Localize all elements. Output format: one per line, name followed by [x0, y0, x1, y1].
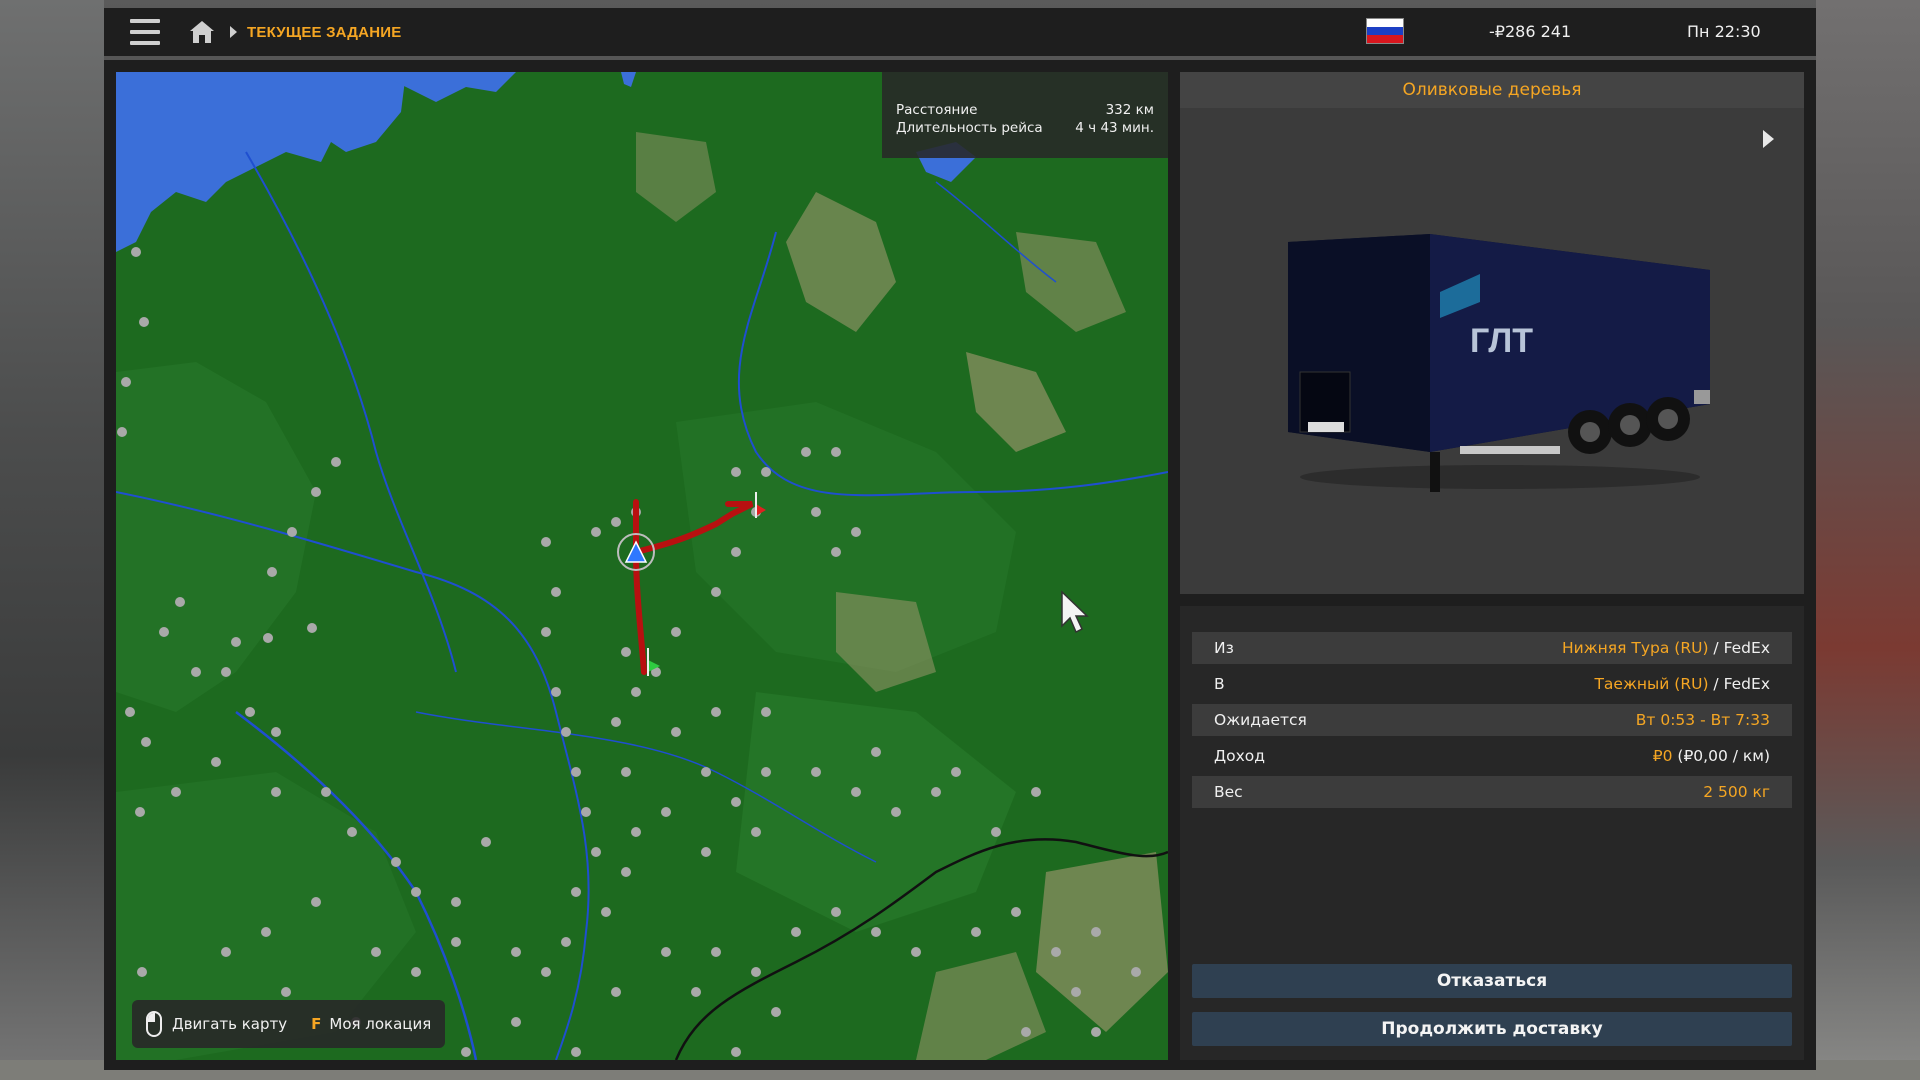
income-row: Доход ₽0 (₽0,00 / км) [1192, 740, 1792, 772]
trailer-brand-text: ГЛТ [1470, 322, 1533, 360]
cargo-name: Оливковые деревья [1180, 72, 1804, 108]
mouse-icon [146, 1011, 162, 1037]
game-clock: Пн 22:30 [1687, 22, 1761, 41]
to-city: Таежный (RU) [1594, 675, 1709, 693]
mouse-cursor-icon [1061, 590, 1089, 634]
decline-button[interactable]: Отказаться [1192, 964, 1792, 998]
map-terrain [116, 72, 1168, 1060]
my-location-hint[interactable]: Моя локация [329, 1015, 431, 1033]
income-label: Доход [1214, 747, 1265, 765]
route-info-panel: Расстояние 332 км Длительность рейса 4 ч… [882, 72, 1168, 158]
expected-value: Вт 0:53 - Вт 7:33 [1635, 711, 1770, 729]
expected-label: Ожидается [1214, 711, 1307, 729]
from-company: / FedEx [1708, 639, 1770, 657]
continue-delivery-button[interactable]: Продолжить доставку [1192, 1012, 1792, 1046]
weight-row: Вес 2 500 кг [1192, 776, 1792, 808]
from-label: Из [1214, 639, 1234, 657]
income-rate: (₽0,00 / км) [1672, 747, 1770, 765]
from-value: Нижняя Тура (RU) / FedEx [1562, 639, 1770, 657]
income-amount: ₽0 [1652, 747, 1673, 765]
job-details-panel: Из Нижняя Тура (RU) / FedEx В Таежный (R… [1180, 606, 1804, 1060]
map-controls-hint: Двигать карту F Моя локация [132, 1000, 446, 1048]
weight-label: Вес [1214, 783, 1243, 801]
to-row: В Таежный (RU) / FedEx [1192, 668, 1792, 700]
distance-label: Расстояние [896, 102, 978, 118]
to-value: Таежный (RU) / FedEx [1594, 675, 1770, 693]
background-right [1816, 0, 1920, 1080]
top-bar: ТЕКУЩЕЕ ЗАДАНИЕ -₽286 241 Пн 22:30 [104, 8, 1816, 56]
duration-value: 4 ч 43 мин. [1075, 120, 1154, 136]
move-map-hint: Двигать карту [172, 1015, 288, 1033]
distance-value: 332 км [1105, 102, 1154, 118]
russia-flag-icon [1366, 18, 1404, 44]
expected-row: Ожидается Вт 0:53 - Вт 7:33 [1192, 704, 1792, 736]
to-label: В [1214, 675, 1225, 693]
trailer-preview-panel: Оливковые деревья ГЛТ [1180, 72, 1804, 594]
breadcrumb-current-job: ТЕКУЩЕЕ ЗАДАНИЕ [247, 23, 402, 41]
home-icon[interactable] [188, 19, 216, 45]
income-value: ₽0 (₽0,00 / км) [1653, 747, 1770, 765]
from-city: Нижняя Тура (RU) [1561, 639, 1709, 657]
to-company: / FedEx [1708, 675, 1770, 693]
from-row: Из Нижняя Тура (RU) / FedEx [1192, 632, 1792, 664]
hamburger-menu-icon[interactable] [130, 19, 160, 45]
background-left [0, 0, 104, 1080]
breadcrumb-arrow-icon [230, 26, 237, 38]
route-map[interactable]: Расстояние 332 км Длительность рейса 4 ч… [116, 72, 1168, 1060]
next-trailer-arrow-icon[interactable] [1763, 130, 1774, 148]
key-f-hint: F [311, 1015, 322, 1033]
trailer-image: ГЛТ [1288, 234, 1710, 492]
money-balance: -₽286 241 [1489, 22, 1572, 41]
duration-label: Длительность рейса [896, 120, 1043, 136]
weight-value: 2 500 кг [1703, 783, 1770, 801]
